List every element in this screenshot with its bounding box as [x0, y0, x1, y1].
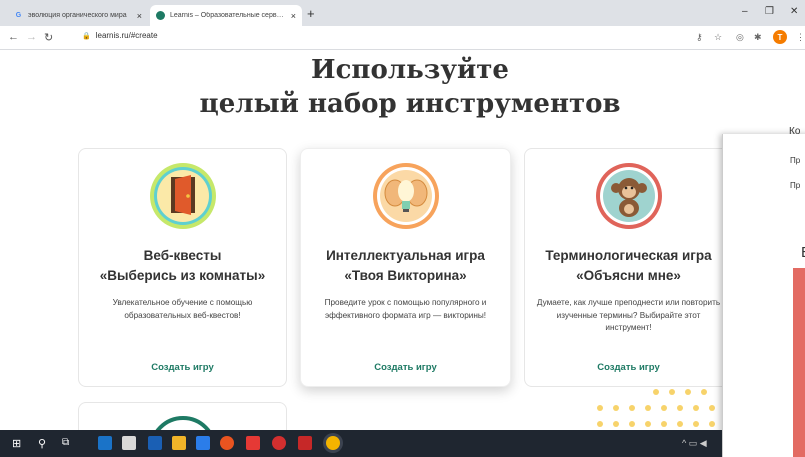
- close-tab-icon[interactable]: ×: [291, 11, 296, 21]
- explorer-icon[interactable]: [172, 436, 186, 450]
- page-title-line1: Используйте: [311, 55, 509, 85]
- search-icon[interactable]: ⚲: [38, 437, 46, 450]
- overlay-panel: [793, 268, 805, 457]
- card-explain-me: Терминологическая игра «Объясни мне» Дум…: [524, 148, 733, 387]
- menu-icon[interactable]: ⋮: [796, 32, 805, 43]
- card-title: Терминологическая игра: [545, 248, 712, 263]
- star-icon[interactable]: ☆: [714, 32, 722, 43]
- url-field[interactable]: 🔒 learnis.ru/#create: [82, 31, 158, 40]
- card-subtitle: «Твоя Викторина»: [344, 268, 467, 283]
- google-icon: G: [15, 12, 22, 19]
- create-game-link[interactable]: Создать игру: [301, 362, 510, 373]
- overlay-heading: Б: [801, 244, 805, 261]
- taskbar: ⊞ ⚲ ⧉ ^ ▭ ◀: [0, 430, 722, 457]
- store-icon[interactable]: [122, 436, 136, 450]
- key-icon[interactable]: ⚷: [696, 32, 703, 43]
- lightbulb-brain-icon: [372, 163, 439, 229]
- minimize-button[interactable]: –: [742, 6, 748, 17]
- forward-icon[interactable]: →: [26, 31, 37, 43]
- lock-icon: 🔒: [82, 32, 91, 40]
- photos-icon[interactable]: [196, 436, 210, 450]
- create-game-link[interactable]: Создать игру: [525, 362, 732, 373]
- monkey-icon: [595, 163, 662, 229]
- card-description: Увлекательное обучение с помощью образов…: [112, 298, 253, 320]
- page-title-line2: целый набор инструментов: [199, 89, 621, 119]
- card-title: Веб-квесты: [143, 248, 222, 263]
- close-window-button[interactable]: ✕: [790, 6, 798, 17]
- overlay-line: Пр: [790, 181, 801, 190]
- close-tab-icon[interactable]: ×: [137, 11, 142, 21]
- edge-icon[interactable]: [98, 436, 112, 450]
- yandex-icon[interactable]: [246, 436, 260, 450]
- card-web-quest: Веб-квесты «Выберись из комнаты» Увлекат…: [78, 148, 287, 387]
- reload-icon[interactable]: ↻: [44, 31, 53, 44]
- maximize-button[interactable]: ❐: [765, 6, 774, 17]
- start-icon[interactable]: ⊞: [12, 437, 21, 450]
- overlay-title: Ко: [789, 126, 801, 137]
- browser-tab-bar: G эволюция органического мира × Learnis …: [0, 0, 805, 26]
- app-icon[interactable]: [220, 436, 234, 450]
- card-quiz: Интеллектуальная игра «Твоя Викторина» П…: [300, 148, 511, 387]
- mail-icon[interactable]: [148, 436, 162, 450]
- card-description: Проведите урок с помощью популярного и э…: [324, 298, 487, 320]
- card-title: Интеллектуальная игра: [326, 248, 485, 263]
- chrome-icon[interactable]: [326, 436, 340, 450]
- tab-title: Learnis – Образовательные сервисы: [170, 12, 287, 19]
- task-view-icon[interactable]: ⧉: [62, 437, 69, 448]
- new-tab-button[interactable]: +: [307, 6, 315, 21]
- overlay-window[interactable]: Ко Пр Пр Б: [722, 126, 805, 457]
- overlay-line: Пр: [790, 156, 801, 165]
- card-description: Думаете, как лучше преподнести или повто…: [536, 298, 721, 332]
- system-tray[interactable]: ^ ▭ ◀: [682, 438, 707, 449]
- url-text: learnis.ru/#create: [95, 31, 158, 40]
- browser-tab-learnis[interactable]: Learnis – Образовательные сервисы ×: [150, 5, 302, 26]
- powerpoint-icon[interactable]: [298, 436, 312, 450]
- avatar[interactable]: T: [773, 30, 787, 44]
- browser-tab-evolution[interactable]: G эволюция органического мира ×: [8, 5, 148, 26]
- create-game-link[interactable]: Создать игру: [79, 362, 286, 373]
- yandex-browser-icon[interactable]: [272, 436, 286, 450]
- extension-icon[interactable]: ◎: [736, 32, 744, 43]
- puzzle-icon[interactable]: ✱: [754, 32, 762, 43]
- address-bar-row: ← → ↻ 🔒 learnis.ru/#create ⚷ ☆ ◎ ✱ T ⋮: [0, 26, 805, 50]
- tab-title: эволюция органического мира: [28, 12, 127, 19]
- card-subtitle: «Объясни мне»: [576, 268, 681, 283]
- learnis-icon: [156, 11, 165, 20]
- back-icon[interactable]: ←: [8, 31, 19, 43]
- card-subtitle: «Выберись из комнаты»: [99, 268, 266, 283]
- door-icon: [149, 163, 216, 229]
